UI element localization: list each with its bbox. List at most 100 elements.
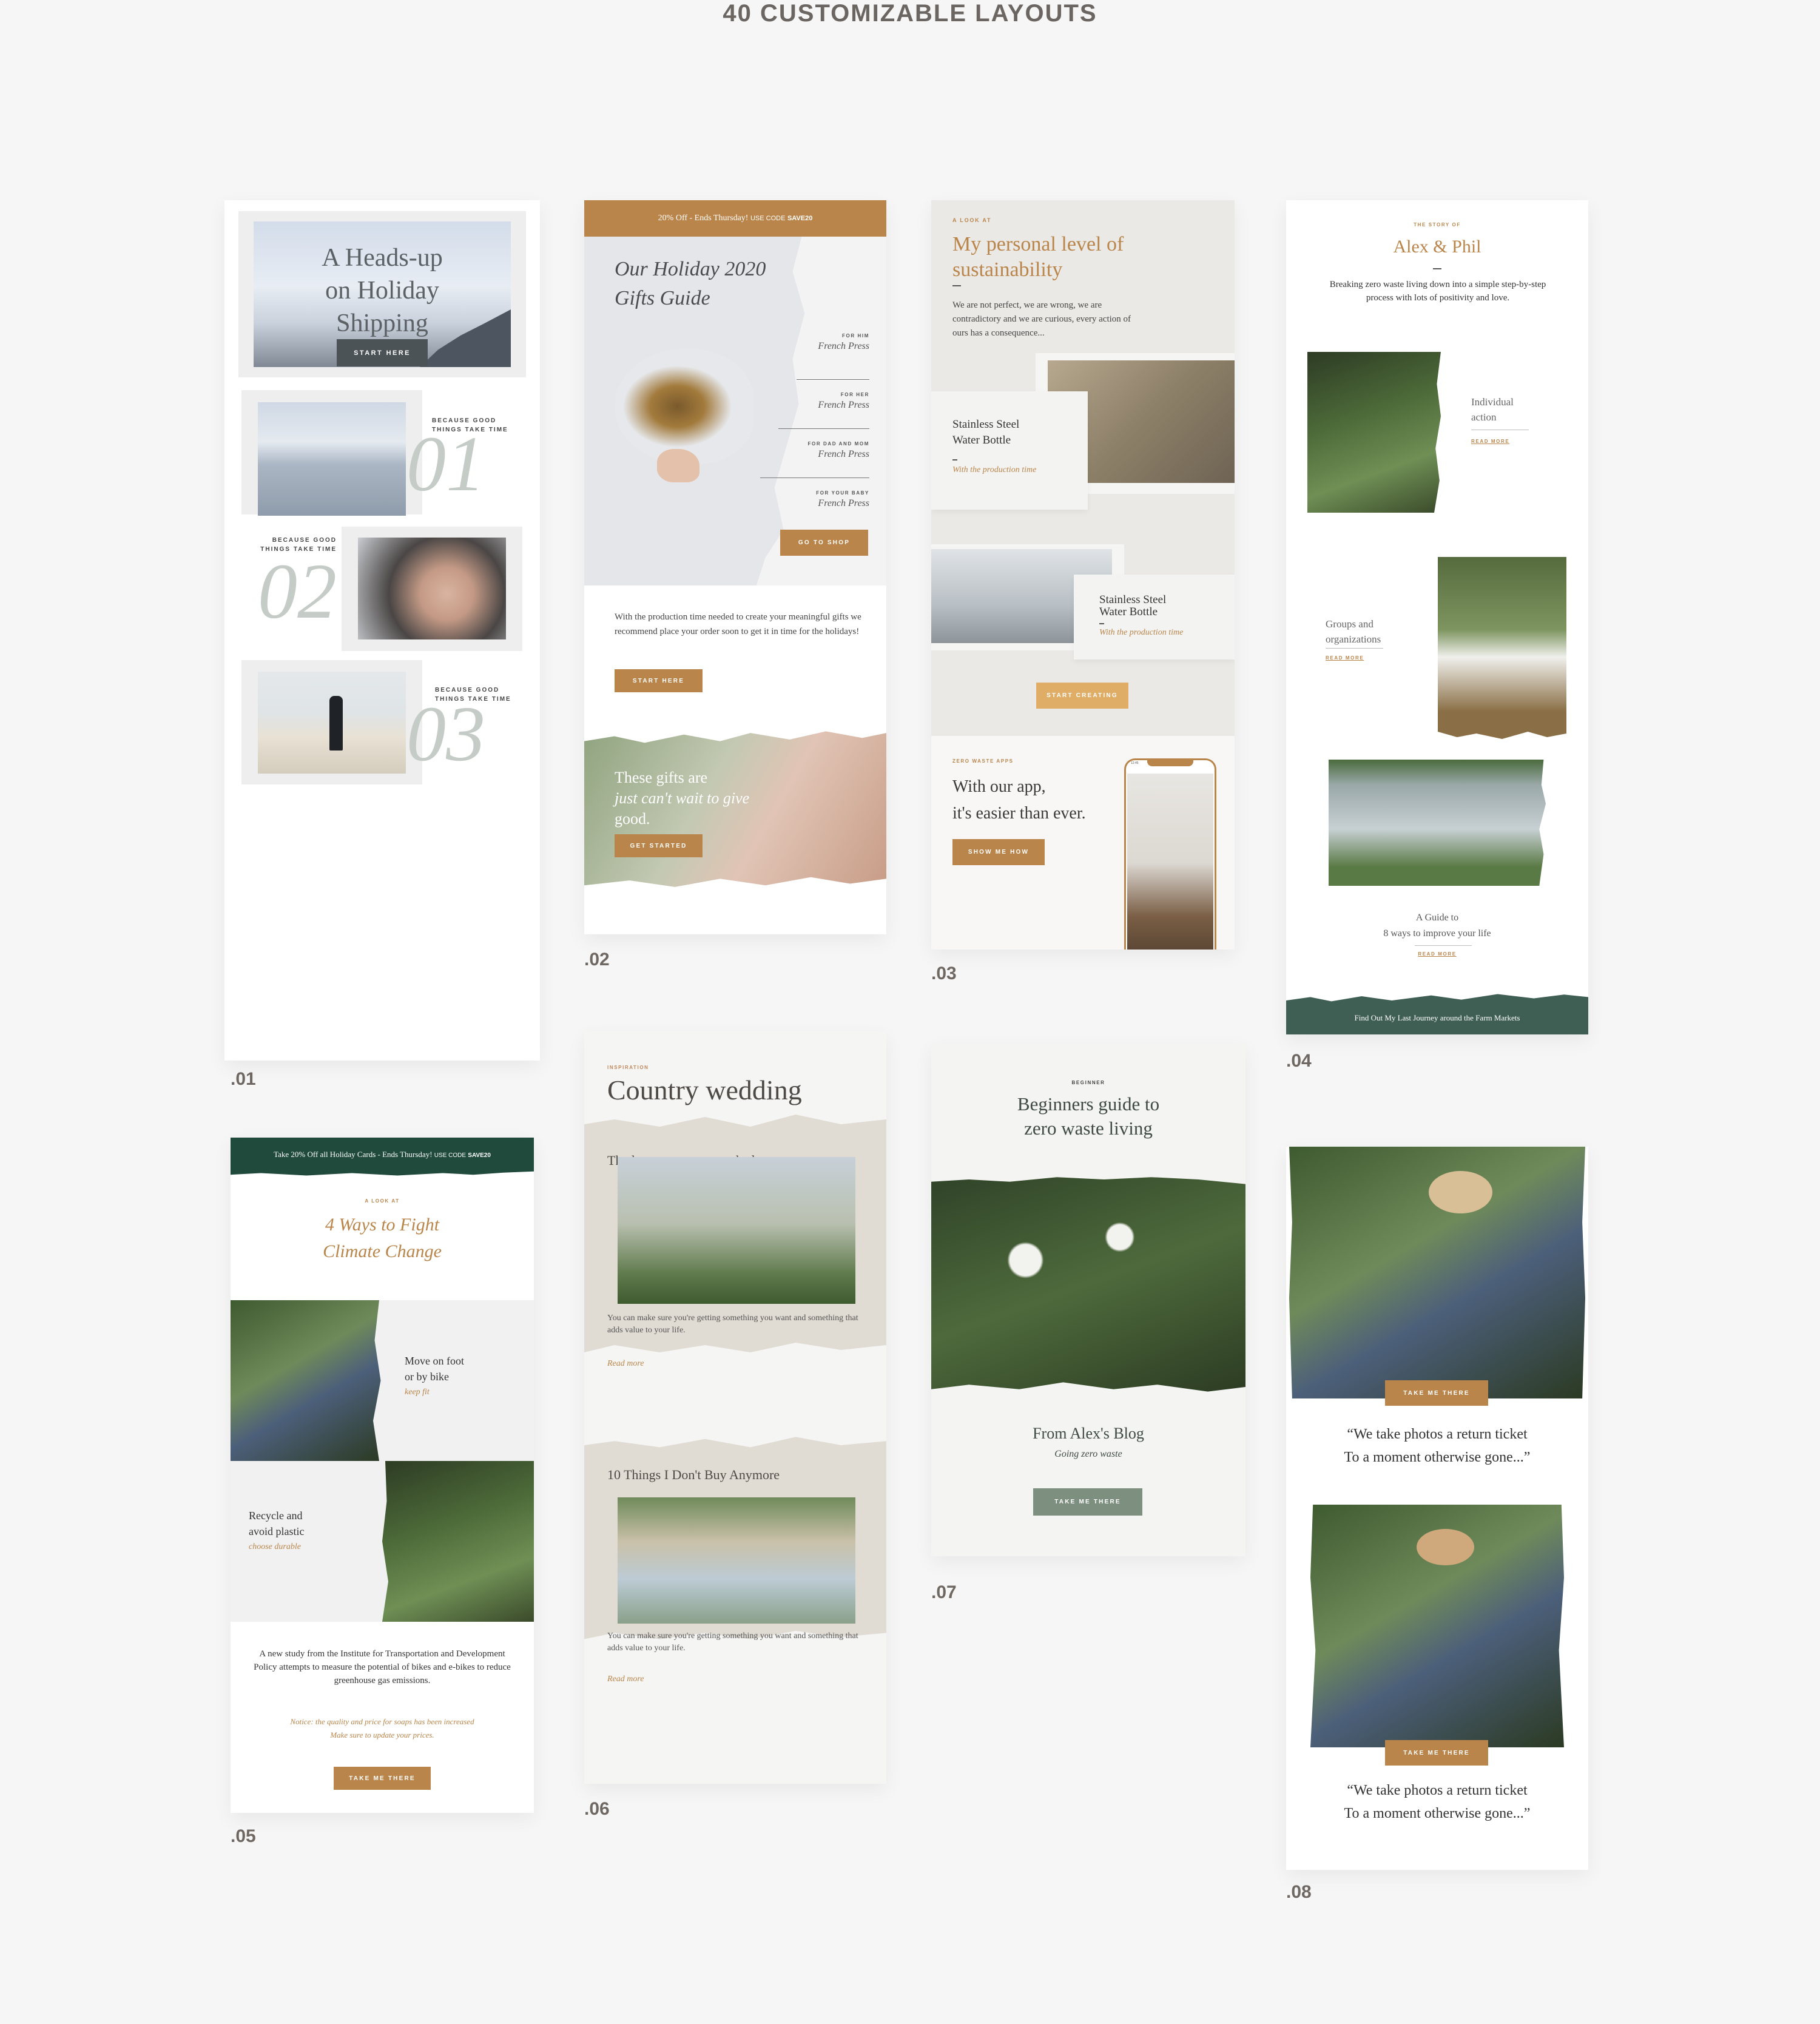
dash xyxy=(1099,623,1104,624)
promo-banner: 20% Off - Ends Thursday! USE CODE SAVE20 xyxy=(584,200,886,237)
start-here-button[interactable]: START HERE xyxy=(615,669,703,692)
blog-title: From Alex's Blog xyxy=(1033,1425,1144,1442)
title: My personal level of sustainability xyxy=(952,233,1124,281)
item-01-numeral: 01 xyxy=(406,420,485,508)
article-2-link[interactable]: Read more xyxy=(607,1675,644,1684)
hat-shape xyxy=(1429,1171,1492,1213)
gate-photo xyxy=(382,1461,534,1622)
feature-divider xyxy=(1326,648,1383,649)
kicker: A LOOK AT xyxy=(365,1198,400,1204)
intro-text: We are not perfect, we are wrong, we are… xyxy=(952,300,1131,338)
article-1-body: You can make sure you're getting somethi… xyxy=(607,1314,858,1335)
layout-number: .07 xyxy=(931,1582,957,1602)
article-2-heading: 10 Things I Don't Buy Anymore xyxy=(607,1467,780,1482)
take-me-there-button-1[interactable]: TAKE ME THERE xyxy=(1385,1380,1488,1406)
figure-shape xyxy=(329,696,343,751)
app-photo xyxy=(1127,774,1213,950)
page-title: 40 CUSTOMIZABLE LAYOUTS xyxy=(723,0,1097,27)
notice-text: Notice: the quality and price for soaps … xyxy=(290,1717,474,1739)
layout-number: .08 xyxy=(1286,1882,1312,1902)
promo-text: These gifts are just can't wait to give … xyxy=(615,769,750,828)
dash xyxy=(952,459,957,460)
footer-banner[interactable]: Find Out My Last Journey around the Farm… xyxy=(1286,994,1588,1034)
gift-item[interactable]: FOR HIM French Press xyxy=(797,331,869,380)
show-me-how-button[interactable]: SHOW ME HOW xyxy=(952,839,1045,865)
app-title: With our app, it's easier than ever. xyxy=(952,777,1086,823)
title: Beginners guide to zero waste living xyxy=(1017,1093,1160,1139)
layout-number: .01 xyxy=(231,1069,256,1089)
beach-photo xyxy=(258,672,406,774)
take-me-there-button[interactable]: TAKE ME THERE xyxy=(1033,1488,1142,1516)
kicker: THE STORY OF xyxy=(1414,222,1461,228)
layout-number: .04 xyxy=(1286,1051,1312,1071)
get-started-button[interactable]: GET STARTED xyxy=(615,834,703,857)
promo-banner: Take 20% Off all Holiday Cards - Ends Th… xyxy=(231,1138,534,1176)
start-here-button[interactable]: START HERE xyxy=(337,339,428,366)
cow-parsley-photo xyxy=(931,1177,1245,1392)
take-me-there-button-2[interactable]: TAKE ME THERE xyxy=(1385,1740,1488,1766)
title: Country wedding xyxy=(607,1074,802,1105)
start-creating-button[interactable]: START CREATING xyxy=(1036,683,1128,709)
hand-shape xyxy=(657,449,699,482)
go-to-shop-button[interactable]: GO TO SHOP xyxy=(780,530,868,556)
title: Alex & Phil xyxy=(1393,237,1481,257)
layout-07-card[interactable]: BEGINNER Beginners guide to zero waste l… xyxy=(931,1044,1245,1556)
man-orchard-photo xyxy=(1438,557,1566,739)
app-kicker: ZERO WASTE APPS xyxy=(952,758,1014,764)
lake-photo xyxy=(258,402,406,516)
intro-text: Breaking zero waste living down into a s… xyxy=(1329,280,1546,303)
gift-item[interactable]: FOR YOUR BABY French Press xyxy=(748,478,869,521)
tip-1-note: keep fit xyxy=(405,1388,430,1397)
feature-2-link[interactable]: READ MORE xyxy=(1326,655,1364,661)
feature-1-title: Individual action xyxy=(1471,396,1514,423)
article-2-body: You can make sure you're getting somethi… xyxy=(607,1631,858,1653)
hat-shape xyxy=(1417,1529,1474,1565)
artichoke-photo xyxy=(615,349,754,464)
tip-2-title: Recycle and avoid plastic xyxy=(249,1510,305,1537)
gift-item[interactable]: FOR DAD AND MOM French Press xyxy=(760,429,869,478)
guide-title: A Guide to 8 ways to improve your life xyxy=(1383,912,1491,939)
item-03-numeral: 03 xyxy=(406,690,485,778)
product-card-2[interactable]: Stainless Steel Water Bottle With the pr… xyxy=(1074,575,1235,659)
layout-01-card[interactable]: A Heads-up on Holiday Shipping START HER… xyxy=(224,200,540,1061)
couple-river-photo xyxy=(1329,760,1546,886)
layout-number: .02 xyxy=(584,950,610,970)
hero-title: A Heads-up on Holiday Shipping xyxy=(322,244,443,337)
gift-item[interactable]: FOR HER French Press xyxy=(778,380,869,429)
product-card-1[interactable]: Stainless Steel Water Bottle With the pr… xyxy=(931,391,1088,510)
kicker: INSPIRATION xyxy=(607,1065,649,1070)
tip-1-title: Move on foot or by bike xyxy=(405,1355,464,1383)
phone-mockup: 12:45 xyxy=(1124,758,1216,950)
layout-06-card[interactable]: INSPIRATION Country wedding The less you… xyxy=(584,1031,886,1784)
layout-number: .05 xyxy=(231,1826,256,1846)
body-text: With the production time needed to creat… xyxy=(615,612,861,636)
hat-woman-photo xyxy=(231,1300,381,1461)
guide-divider xyxy=(1415,945,1472,946)
item-02-numeral: 02 xyxy=(258,548,337,635)
hero-title: Our Holiday 2020 Gifts Guide xyxy=(615,258,766,309)
feature-2-title: Groups and organizations xyxy=(1326,618,1381,645)
phone-notch xyxy=(1147,760,1193,766)
layout-05-card[interactable]: Take 20% Off all Holiday Cards - Ends Th… xyxy=(231,1138,534,1813)
blog-subtitle: Going zero waste xyxy=(1054,1449,1122,1459)
greenhouse-photo xyxy=(618,1157,855,1304)
title: 4 Ways to Fight Climate Change xyxy=(323,1215,442,1261)
layout-02-card[interactable]: 20% Off - Ends Thursday! USE CODE SAVE20… xyxy=(584,200,886,934)
layout-03-card[interactable]: A LOOK AT My personal level of sustainab… xyxy=(931,200,1235,950)
guide-link[interactable]: READ MORE xyxy=(1286,951,1588,957)
take-me-there-button[interactable]: TAKE ME THERE xyxy=(334,1767,431,1790)
layout-08-card[interactable]: TAKE ME THERE “We take photos a return t… xyxy=(1286,1147,1588,1870)
study-text: A new study from the Institute for Trans… xyxy=(254,1649,511,1685)
layout-04-card[interactable]: THE STORY OF Alex & Phil Breaking zero w… xyxy=(1286,200,1588,1034)
layout-number: .03 xyxy=(931,963,957,983)
article-1-link[interactable]: Read more xyxy=(607,1359,644,1369)
feature-1-link[interactable]: READ MORE xyxy=(1471,439,1509,444)
gift-list: FOR HIM French Press FOR HER French Pres… xyxy=(748,331,869,521)
kicker: BEGINNER xyxy=(1071,1080,1105,1085)
layout-number: .06 xyxy=(584,1799,610,1819)
tip-2-note: choose durable xyxy=(249,1542,301,1551)
woman-gate-photo xyxy=(1307,352,1441,513)
ring-photo xyxy=(358,538,506,639)
title-dash xyxy=(1433,268,1441,269)
kicker: A LOOK AT xyxy=(952,217,992,223)
